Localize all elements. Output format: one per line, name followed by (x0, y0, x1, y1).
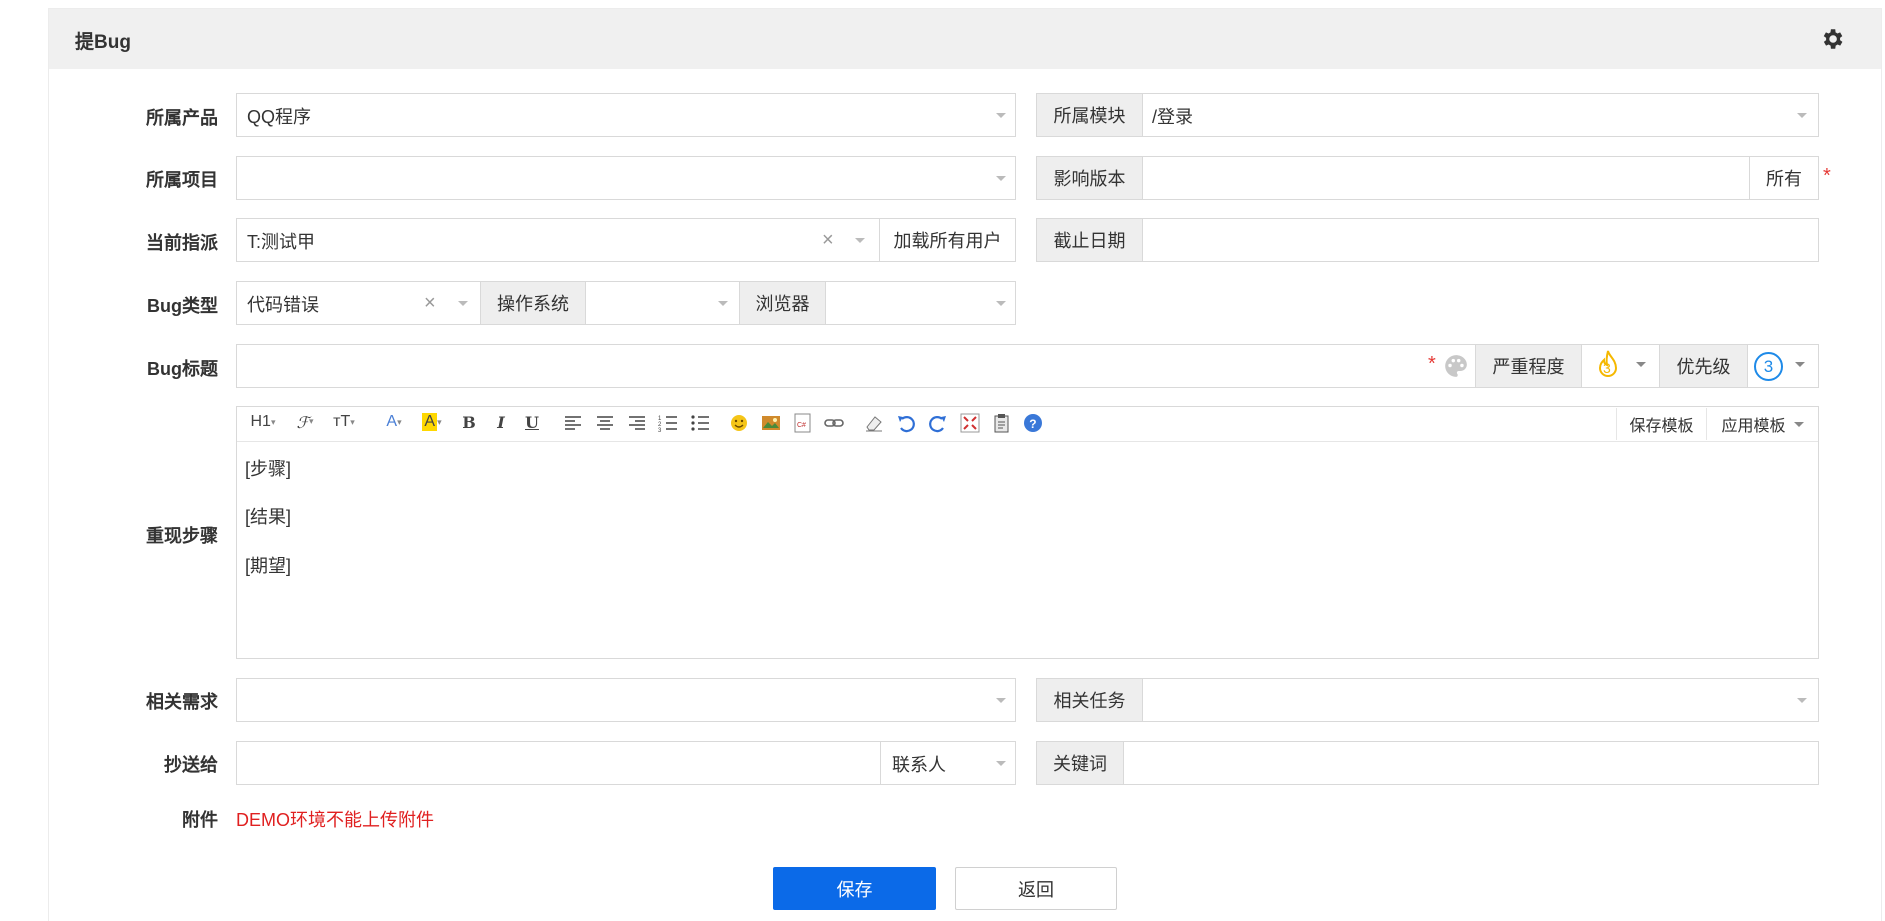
assign-value: T:测试甲 (247, 232, 316, 252)
chevron-down-icon (996, 113, 1006, 118)
chevron-down-icon (1795, 362, 1805, 367)
priority-addon: 优先级 (1659, 344, 1748, 388)
chevron-down-icon (1797, 698, 1807, 703)
assign-select[interactable] (236, 218, 880, 262)
code-icon[interactable]: C# (793, 413, 813, 433)
heading-button[interactable]: H1 ▾ (246, 412, 280, 432)
keywords-input[interactable] (1123, 741, 1819, 785)
expected-line: [期望] (245, 556, 292, 576)
contacts-value: 联系人 (892, 755, 946, 775)
steps-label: 重现步骤 (146, 526, 218, 546)
chevron-down-icon (718, 301, 728, 306)
undo-icon[interactable] (896, 413, 916, 433)
help-icon[interactable]: ? (1023, 413, 1043, 433)
assign-label: 当前指派 (146, 233, 218, 253)
back-button[interactable]: 返回 (955, 867, 1117, 910)
files-label: 附件 (182, 810, 218, 830)
chevron-down-icon (996, 301, 1006, 306)
ordered-list-icon[interactable]: 123 (658, 413, 678, 433)
required-mark: * (1823, 165, 1831, 187)
redo-icon[interactable] (928, 413, 948, 433)
chevron-down-icon (996, 761, 1006, 766)
mailto-select[interactable] (236, 741, 881, 785)
save-template-button[interactable]: 保存模板 (1616, 408, 1706, 440)
task-select[interactable] (1142, 678, 1819, 722)
deadline-input[interactable] (1142, 218, 1819, 262)
svg-text:3: 3 (658, 428, 662, 433)
story-select[interactable] (236, 678, 1016, 722)
module-value: /登录 (1152, 107, 1194, 127)
color-palette-icon[interactable] (1443, 353, 1469, 379)
os-select[interactable] (585, 281, 740, 325)
emoticon-icon[interactable] (729, 413, 749, 433)
module-addon: 所属模块 (1036, 93, 1143, 137)
steps-editor[interactable] (236, 406, 1819, 659)
chevron-down-icon (996, 698, 1006, 703)
clear-icon[interactable]: × (822, 230, 834, 250)
svg-text:C#: C# (797, 422, 806, 429)
bugtype-label: Bug类型 (147, 296, 218, 316)
align-left-icon[interactable] (563, 413, 583, 433)
unordered-list-icon[interactable] (690, 413, 710, 433)
result-line: [结果] (245, 507, 292, 527)
title-input[interactable] (236, 344, 1476, 388)
version-addon: 影响版本 (1036, 156, 1143, 200)
page-title: 提Bug (75, 32, 131, 53)
bugtype-value: 代码错误 (247, 295, 319, 315)
keywords-addon: 关键词 (1036, 741, 1124, 785)
clear-icon[interactable]: × (424, 293, 436, 313)
product-value: QQ程序 (247, 107, 312, 127)
font-color-button[interactable]: A ▾ (381, 412, 407, 432)
image-icon[interactable] (761, 413, 781, 433)
severity-value: 3 (1603, 360, 1611, 376)
title-label: Bug标题 (147, 359, 218, 379)
bold-button[interactable]: B (459, 412, 479, 432)
font-size-button[interactable]: ᴛT ▾ (328, 412, 360, 432)
link-icon[interactable] (824, 413, 844, 433)
italic-button[interactable]: I (491, 412, 511, 432)
priority-badge: 3 (1754, 352, 1783, 381)
chevron-down-icon (855, 238, 865, 243)
eraser-icon[interactable] (864, 413, 884, 433)
align-center-icon[interactable] (595, 413, 615, 433)
severity-addon: 严重程度 (1475, 344, 1582, 388)
chevron-down-icon (1793, 421, 1804, 427)
save-button[interactable]: 保存 (773, 867, 936, 910)
project-label: 所属项目 (146, 170, 218, 190)
deadline-addon: 截止日期 (1036, 218, 1143, 262)
chevron-down-icon (1797, 113, 1807, 118)
browser-addon: 浏览器 (739, 281, 826, 325)
highlight-button[interactable]: A ▾ (416, 412, 448, 432)
chevron-down-icon (1636, 362, 1646, 367)
apply-template-label: 应用模板 (1721, 418, 1786, 435)
story-label: 相关需求 (146, 692, 218, 712)
mailto-label: 抄送给 (164, 755, 218, 775)
chevron-down-icon (996, 176, 1006, 181)
apply-template-button[interactable]: 应用模板 (1706, 408, 1818, 440)
version-select[interactable] (1142, 156, 1750, 200)
panel-header: 提Bug (49, 9, 1881, 69)
all-versions-button[interactable]: 所有 (1749, 156, 1819, 200)
files-note: DEMO环境不能上传附件 (236, 810, 434, 830)
browser-select[interactable] (825, 281, 1016, 325)
chevron-down-icon (458, 301, 468, 306)
align-right-icon[interactable] (627, 413, 647, 433)
paste-icon[interactable] (992, 413, 1012, 433)
required-mark: * (1428, 353, 1436, 375)
svg-text:?: ? (1029, 417, 1036, 431)
fullscreen-icon[interactable] (960, 413, 980, 433)
underline-button[interactable]: U (522, 412, 542, 432)
font-family-button[interactable]: ℱ ▾ (290, 412, 320, 432)
product-select[interactable] (236, 93, 1016, 137)
steps-line: [步骤] (245, 459, 292, 479)
task-addon: 相关任务 (1036, 678, 1143, 722)
os-addon: 操作系统 (480, 281, 586, 325)
product-label: 所属产品 (146, 108, 218, 128)
project-select[interactable] (236, 156, 1016, 200)
module-select[interactable] (1142, 93, 1819, 137)
load-all-users-button[interactable]: 加载所有用户 (879, 218, 1016, 262)
gear-icon[interactable] (1819, 26, 1845, 52)
